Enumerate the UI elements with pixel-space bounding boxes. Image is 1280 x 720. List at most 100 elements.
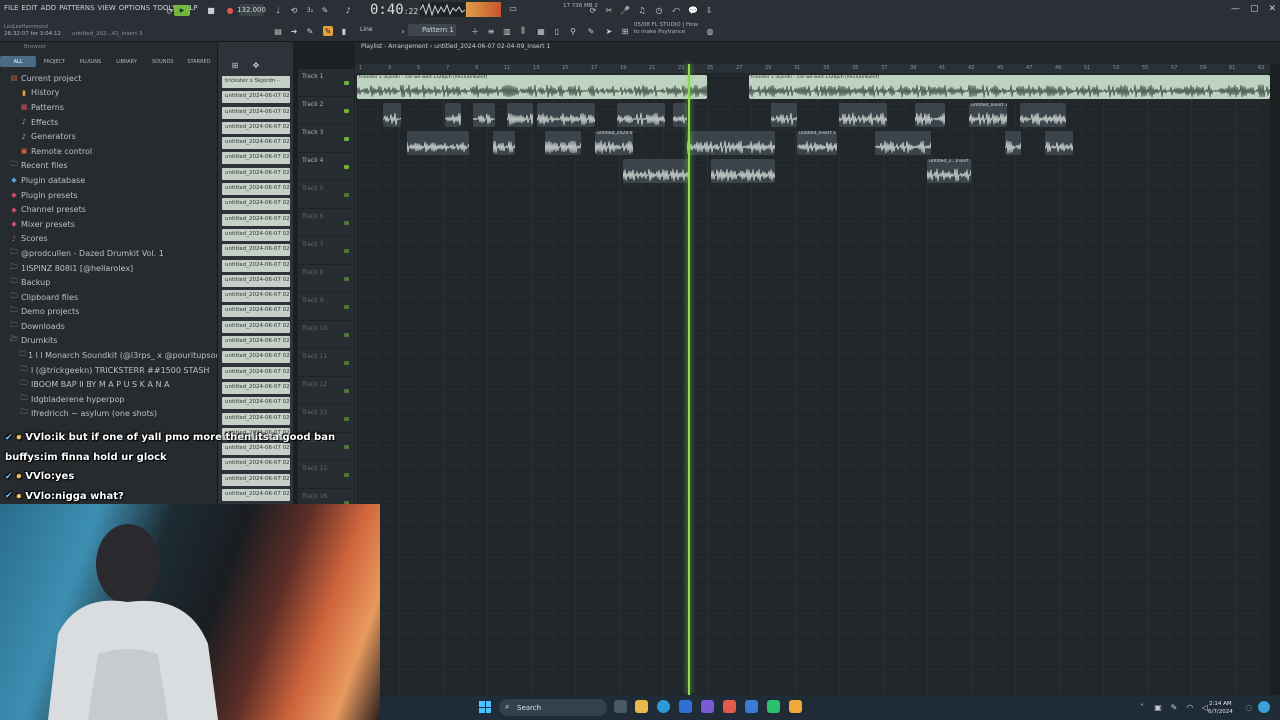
browser-item[interactable]: ♪ Effects bbox=[0, 115, 217, 130]
track-header[interactable]: Track 1 bbox=[298, 69, 354, 97]
loop-record-icon[interactable]: ⟲ bbox=[289, 5, 299, 15]
system-clock[interactable]: 2:14 AM 6/7/2024 bbox=[1208, 700, 1233, 716]
track-header[interactable]: Track 9 bbox=[298, 293, 354, 321]
spotify-icon[interactable] bbox=[767, 700, 780, 713]
stop-button[interactable]: ■ bbox=[206, 5, 216, 15]
vertical-scrollbar[interactable] bbox=[1270, 64, 1280, 695]
audio-clip[interactable] bbox=[407, 131, 469, 155]
clip-source-item[interactable]: untitled_2024-06-07 02- bbox=[222, 320, 290, 333]
browser-item[interactable]: 🗀 Downloads bbox=[0, 319, 217, 334]
track-mute-led[interactable] bbox=[344, 305, 349, 309]
track-mute-led[interactable] bbox=[344, 249, 349, 253]
piano-roll-icon[interactable]: ▤ bbox=[273, 26, 283, 36]
maximize-button[interactable]: ▢ bbox=[1250, 4, 1259, 14]
audio-icon[interactable]: ♫ bbox=[637, 5, 647, 15]
browser-item[interactable]: ◆ Mixer presets bbox=[0, 217, 217, 232]
grid-icon[interactable]: ⊞ bbox=[230, 60, 240, 70]
track-header[interactable]: Track 7 bbox=[298, 237, 354, 265]
chevron-right-icon[interactable]: › bbox=[398, 26, 408, 36]
blend-notes-icon[interactable]: ✎ bbox=[320, 5, 330, 15]
notification-icon[interactable]: ◌ bbox=[1244, 702, 1254, 712]
playhead[interactable] bbox=[687, 64, 690, 695]
clip-source-item[interactable]: untitled_2024-06-07 02- bbox=[222, 381, 290, 394]
clip-source-item[interactable]: untitled_2024-06-07 02- bbox=[222, 305, 290, 318]
pattern-selector[interactable]: Pattern 1 bbox=[408, 24, 456, 36]
browser-item[interactable]: 🗀 Ifredricch ~ asylum (one shots) bbox=[0, 407, 217, 422]
tuner-icon[interactable]: ✎ bbox=[586, 26, 596, 36]
countdown-icon[interactable]: 3₂ bbox=[305, 5, 315, 15]
audio-clip[interactable] bbox=[687, 131, 775, 155]
new-pattern-icon[interactable]: ＋ bbox=[470, 26, 480, 36]
undo-history-icon[interactable]: ⤺ bbox=[671, 5, 681, 15]
clip-source-item[interactable]: untitled_2024-06-07 02- bbox=[222, 274, 290, 287]
browser-item[interactable]: ▮ History bbox=[0, 86, 217, 101]
tray-edit-icon[interactable]: ✎ bbox=[1169, 702, 1179, 712]
record-button[interactable]: ● bbox=[225, 5, 235, 15]
browser-tab-sounds[interactable]: SOUNDS bbox=[145, 56, 181, 67]
clip-source-item[interactable]: untitled_2024-06-07 02- bbox=[222, 412, 290, 425]
browser-item[interactable]: ▤ Current project bbox=[0, 71, 217, 86]
discord-icon[interactable] bbox=[701, 700, 714, 713]
track-header[interactable]: Track 8 bbox=[298, 265, 354, 293]
browser-icon[interactable]: ▯ bbox=[552, 26, 562, 36]
audio-clip[interactable] bbox=[493, 131, 515, 155]
clip-source-item[interactable]: untitled_2024-06-07 02- bbox=[222, 351, 290, 364]
browser-tab-library[interactable]: LIBRARY bbox=[109, 56, 145, 67]
browser-item[interactable]: ▦ Patterns bbox=[0, 100, 217, 115]
mixer-icon[interactable]: ⫼ bbox=[518, 26, 528, 36]
metronome-icon[interactable]: ♩ bbox=[273, 5, 283, 15]
browser-item[interactable]: 🗀 1ISPINZ 808l1 [@hellarolex] bbox=[0, 261, 217, 276]
draw-mode-icon[interactable]: ✎ bbox=[323, 26, 333, 36]
track-mute-led[interactable] bbox=[344, 165, 349, 169]
browser-item[interactable]: 🗀 IBOOM BAP II BY M A P U S K A N A bbox=[0, 377, 217, 392]
clip-source-item[interactable]: untitled_2024-06-07 02- bbox=[222, 228, 290, 241]
track-header[interactable]: Track 11 bbox=[298, 349, 354, 377]
audio-clip[interactable] bbox=[1005, 131, 1021, 155]
piano-icon[interactable]: ▥ bbox=[502, 26, 512, 36]
audio-clip[interactable]: untitled_Insert 1 bbox=[797, 131, 837, 155]
browser-tab-starred[interactable]: STARRED bbox=[181, 56, 217, 67]
audio-clip[interactable] bbox=[445, 103, 461, 127]
fl-studio-icon[interactable] bbox=[789, 700, 802, 713]
tray-chevron-icon[interactable]: ˄ bbox=[1137, 702, 1147, 712]
mic-icon[interactable]: 🎤 bbox=[620, 5, 630, 15]
move-icon[interactable]: ✥ bbox=[251, 60, 261, 70]
browser-item[interactable]: 🗀 Backup bbox=[0, 275, 217, 290]
audio-clip[interactable] bbox=[673, 103, 687, 127]
copilot-icon[interactable] bbox=[1258, 701, 1270, 713]
track-mute-led[interactable] bbox=[344, 445, 349, 449]
cpu-reset-icon[interactable]: ⟳ bbox=[588, 5, 598, 15]
play-button[interactable]: ▶ bbox=[174, 5, 190, 16]
browser-item[interactable]: 🗀 l (@trickgeekn) TRICKSTERR ##1500 STASH bbox=[0, 363, 217, 378]
calendar-icon[interactable] bbox=[723, 700, 736, 713]
browser-item[interactable]: ◆ Channel presets bbox=[0, 202, 217, 217]
track-mute-led[interactable] bbox=[344, 81, 349, 85]
menu-item-options[interactable]: OPTIONS bbox=[119, 4, 150, 12]
menu-item-add[interactable]: ADD bbox=[41, 4, 57, 12]
clip-source-item[interactable]: untitled_2024-06-07 02- bbox=[222, 183, 290, 196]
browser-item[interactable]: ♪ Scores bbox=[0, 232, 217, 247]
step-edit-icon[interactable]: ♪ bbox=[343, 5, 353, 15]
audio-clip[interactable] bbox=[711, 159, 775, 183]
edge-icon[interactable] bbox=[657, 700, 670, 713]
track-mute-led[interactable] bbox=[344, 221, 349, 225]
track-mute-led[interactable] bbox=[344, 473, 349, 477]
file-explorer-icon[interactable] bbox=[635, 700, 648, 713]
tempo-display[interactable]: 132.000 bbox=[237, 4, 266, 16]
audio-clip[interactable] bbox=[507, 103, 533, 127]
browser-item[interactable]: ▣ Remote control bbox=[0, 144, 217, 159]
snap-select[interactable]: Line bbox=[360, 26, 373, 33]
browser-item[interactable]: ◆ Plugin presets bbox=[0, 188, 217, 203]
tray-app-icon[interactable]: ▣ bbox=[1153, 702, 1163, 712]
windows-start-icon[interactable] bbox=[479, 701, 491, 713]
browser-item[interactable]: 🗀 Idgbladerene hyperpop bbox=[0, 392, 217, 407]
wifi-icon[interactable]: ◠ bbox=[1185, 702, 1195, 712]
menu-item-file[interactable]: FILE bbox=[4, 4, 18, 12]
menu-item-edit[interactable]: EDIT bbox=[21, 4, 37, 12]
audio-clip[interactable] bbox=[1020, 103, 1066, 127]
clip-source-item[interactable]: untitled_2024-06-07 02- bbox=[222, 91, 290, 104]
browser-tab-all[interactable]: ALL bbox=[0, 56, 37, 67]
audio-clip[interactable]: untitled_2024-0...08-48_Insert 1 bbox=[595, 131, 633, 155]
track-header[interactable]: Track 4 bbox=[298, 153, 354, 181]
panic-icon[interactable]: ✂ bbox=[604, 5, 614, 15]
